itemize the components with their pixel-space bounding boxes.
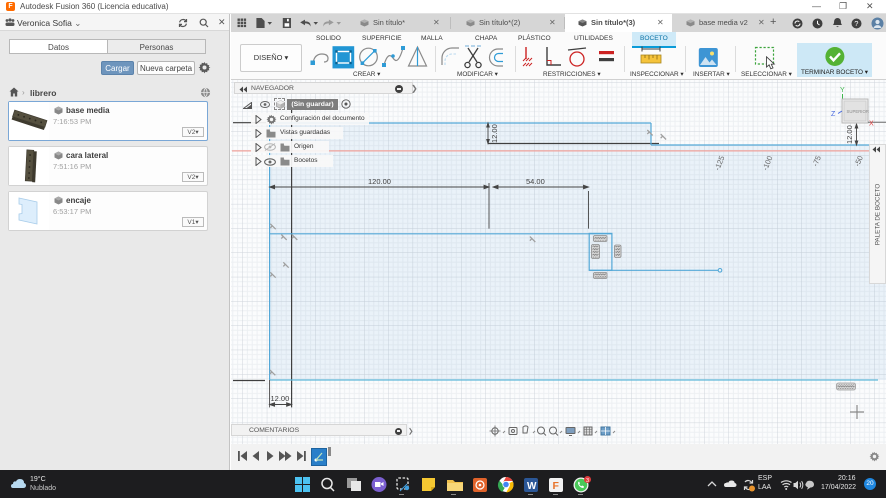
svg-text:?: ?: [854, 19, 858, 28]
svg-text:12.00: 12.00: [845, 125, 854, 144]
svg-text:3: 3: [586, 478, 589, 484]
svg-text:F: F: [553, 480, 560, 492]
svg-text:SUPERIOR: SUPERIOR: [847, 109, 869, 114]
svg-text:W: W: [527, 481, 537, 492]
svg-text:X: X: [869, 121, 874, 128]
svg-text:12.00: 12.00: [271, 394, 290, 403]
svg-text:Y: Y: [840, 87, 845, 94]
svg-text:54.00: 54.00: [526, 177, 545, 186]
svg-text:120.00: 120.00: [368, 177, 391, 186]
svg-text:Z: Z: [831, 111, 836, 118]
svg-text:12.00: 12.00: [490, 124, 499, 143]
